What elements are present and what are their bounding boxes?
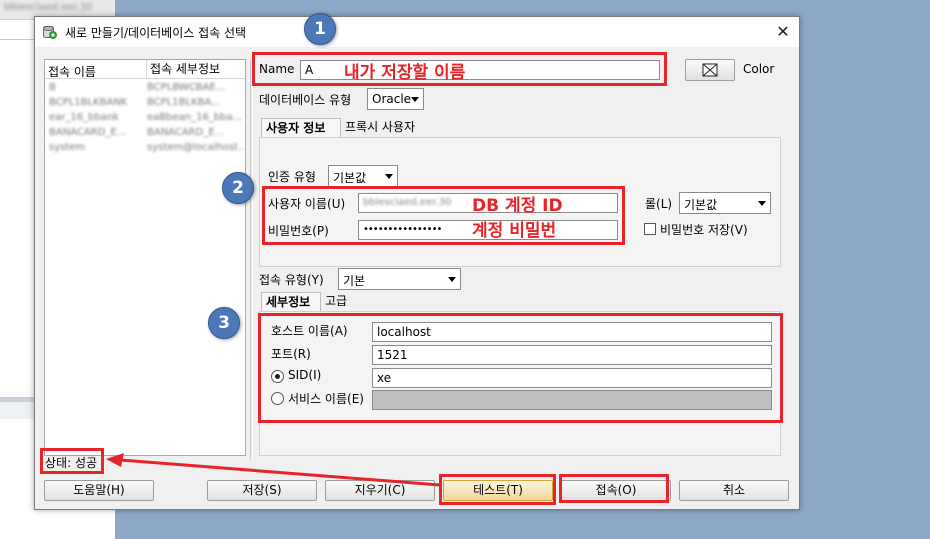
tab-details[interactable]: 세부정보 [261, 292, 321, 312]
list-item[interactable]: system system@localhost... [47, 142, 243, 156]
save-password-label: 비밀번호 저장(V) [660, 223, 748, 237]
list-item[interactable]: B BCPLBWCBAE... [47, 82, 243, 96]
chevron-down-icon [411, 97, 419, 102]
chevron-down-icon [385, 174, 393, 179]
conn-type-select[interactable]: 기본 [338, 268, 461, 290]
dialog-title: 새로 만들기/데이터베이스 접속 선택 [65, 26, 247, 40]
connect-highlight-box [559, 474, 669, 503]
arrow-icon [106, 453, 441, 487]
host-details-highlight-box [258, 313, 783, 423]
step-3-badge: 3 [208, 307, 240, 339]
step-2-badge: 2 [222, 172, 254, 204]
db-id-annotation: DB 계정 ID [472, 196, 563, 216]
chevron-down-icon [758, 201, 766, 206]
close-icon[interactable]: ✕ [773, 22, 793, 42]
db-type-label: 데이터베이스 유형 [259, 93, 352, 107]
role-value: 기본값 [684, 198, 718, 212]
column-header-connection-name[interactable]: 접속 이름 [48, 63, 96, 80]
color-picker-icon [702, 63, 718, 77]
column-header-connection-detail[interactable]: 접속 세부정보 [146, 60, 220, 79]
step-1-badge: 1 [304, 13, 336, 45]
list-item[interactable]: BCPL1BLKBANK BCPL1BLKBA... [47, 97, 243, 111]
connection-list[interactable]: 접속 이름 접속 세부정보 B BCPLBWCBAE... BCPL1BLKBAN… [44, 59, 246, 456]
role-select[interactable]: 기본값 [679, 192, 771, 214]
conn-type-value: 기본 [343, 274, 366, 288]
auth-type-label: 인증 유형 [268, 170, 316, 184]
credentials-highlight-box [262, 186, 625, 245]
name-annotation: 내가 저장할 이름 [344, 63, 466, 83]
cancel-button[interactable]: 취소 [679, 480, 789, 501]
test-highlight-box [439, 474, 556, 505]
color-button[interactable] [685, 59, 735, 81]
new-connection-dialog: 새로 만들기/데이터베이스 접속 선택 ✕ 접속 이름 접속 세부정보 B BCP… [34, 16, 800, 510]
db-type-select[interactable]: Oracle [367, 88, 424, 110]
splitter[interactable] [250, 59, 253, 459]
tab-proxy-user[interactable]: 프록시 사용자 [341, 118, 419, 138]
color-label: Color [743, 62, 775, 76]
db-type-value: Oracle [372, 92, 412, 106]
auth-type-value: 기본값 [333, 171, 367, 185]
password-annotation: 계정 비밀번 [472, 221, 557, 241]
tab-advanced[interactable]: 고급 [321, 292, 351, 312]
list-item[interactable]: BANACARD_E... BANACARD_E... [47, 127, 243, 141]
background-blurred-text: bblesclaed.eer.30 [4, 2, 93, 13]
chevron-down-icon [448, 277, 456, 282]
save-password-checkbox[interactable] [644, 223, 656, 235]
title-bar: 새로 만들기/데이터베이스 접속 선택 ✕ [35, 17, 799, 47]
connection-list-header: 접속 이름 접속 세부정보 [45, 60, 245, 79]
tab-user-info[interactable]: 사용자 정보 [261, 118, 341, 138]
list-item[interactable]: ear_16_bbank eaBbean_16_bba... [47, 112, 243, 126]
conn-type-label: 접속 유형(Y) [259, 273, 324, 287]
auth-type-select[interactable]: 기본값 [328, 165, 398, 187]
role-label: 롤(L) [645, 197, 673, 211]
status-highlight-box [40, 448, 104, 474]
database-app-icon [43, 26, 57, 39]
